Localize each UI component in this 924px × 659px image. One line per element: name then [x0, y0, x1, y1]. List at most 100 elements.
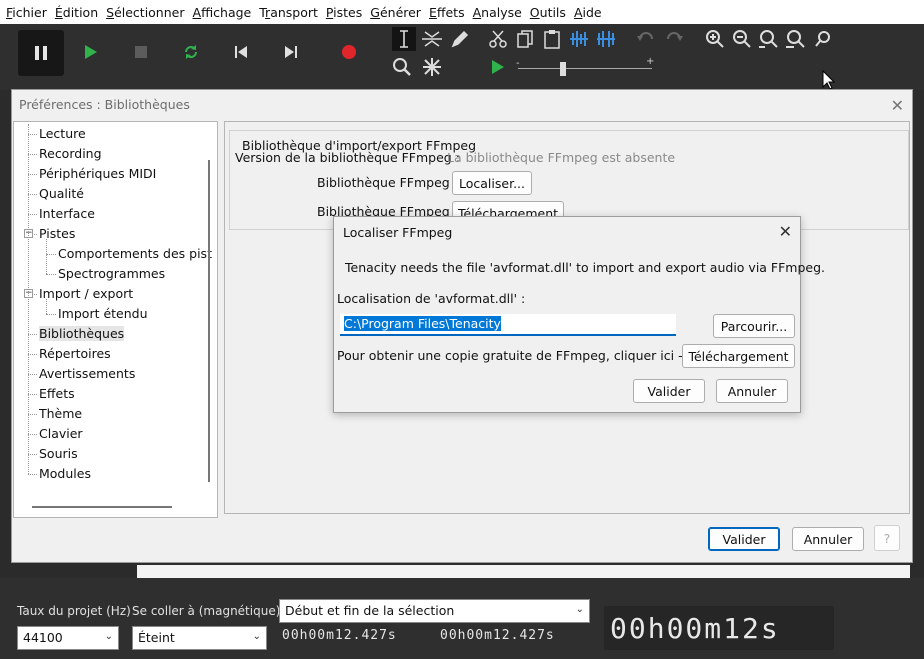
locate-ffmpeg-dialog: Localiser FFmpeg ✕ Tenacity needs the fi… — [333, 216, 825, 413]
project-rate-label: Taux du projet (Hz) — [17, 604, 131, 618]
menu-item-2[interactable]: Sélectionner — [102, 5, 188, 20]
paste-icon[interactable] — [540, 27, 564, 51]
close-icon[interactable]: ✕ — [891, 96, 904, 115]
version-label: Version de la bibliothèque FFmpeg : — [235, 150, 460, 165]
redo-icon[interactable] — [662, 27, 686, 51]
path-input-value: C:\Program Files\Tenacity — [344, 316, 501, 331]
tree-item[interactable]: Clavier — [39, 424, 83, 444]
chevron-down-icon: ⌄ — [252, 631, 261, 642]
pause-button[interactable] — [18, 30, 64, 76]
play-icon — [85, 45, 97, 59]
tree-item[interactable]: Souris — [39, 444, 78, 464]
cancel-button[interactable]: Annuler — [792, 527, 864, 551]
close-icon[interactable]: ✕ — [779, 222, 792, 241]
draw-tool-icon[interactable] — [448, 27, 472, 51]
zoom-in-icon[interactable] — [703, 27, 727, 51]
tree-item[interactable]: Thème — [39, 404, 82, 424]
tree-item[interactable]: Modules — [39, 464, 91, 484]
loop-button[interactable] — [180, 40, 202, 64]
zoom-fit-icon[interactable] — [784, 27, 808, 51]
tree-item[interactable]: Répertoires — [39, 344, 111, 364]
zoom-toggle-icon[interactable] — [812, 27, 836, 51]
tree-item[interactable]: Spectrogrammes — [58, 264, 165, 284]
playback-speed-slider[interactable]: - + — [516, 56, 656, 78]
tree-item[interactable]: Effets — [39, 384, 75, 404]
undo-icon[interactable] — [634, 27, 658, 51]
stop-button[interactable] — [130, 40, 152, 64]
skip-end-button[interactable] — [280, 40, 302, 64]
download-button[interactable]: Téléchargement — [682, 344, 795, 368]
zoom-out-icon[interactable] — [730, 27, 754, 51]
tree-item[interactable]: Avertissements — [39, 364, 135, 384]
menu-item-9[interactable]: Outils — [526, 5, 570, 20]
selection-end-time[interactable]: 00h00m12.427s — [440, 628, 555, 643]
ffmpeg-lib-label: Bibliothèque FFmpeg : — [317, 175, 458, 190]
ok-button[interactable]: Valider — [633, 379, 705, 403]
skip-start-icon — [235, 46, 247, 58]
ok-button[interactable]: Valider — [708, 527, 780, 551]
audio-position-time[interactable]: 00h00m12s — [604, 606, 834, 650]
location-label: Localisation de 'avformat.dll' : — [337, 291, 526, 306]
snap-label: Se coller à (magnétique) — [132, 604, 281, 618]
project-rate-select[interactable]: 44100 ⌄ — [17, 626, 119, 650]
snap-select[interactable]: Éteint ⌄ — [132, 626, 267, 650]
menu-item-4[interactable]: Transport — [255, 5, 322, 20]
zoom-tool-icon[interactable] — [390, 55, 414, 79]
multi-tool-icon[interactable] — [420, 55, 444, 79]
record-icon — [342, 45, 356, 59]
menu-item-5[interactable]: Pistes — [322, 5, 366, 20]
play-at-speed-button[interactable] — [486, 55, 510, 79]
trim-audio-icon[interactable] — [567, 27, 591, 51]
tree-item[interactable]: Comportements des pist — [58, 244, 212, 264]
chevron-down-icon: ⌄ — [104, 631, 113, 642]
envelope-tool-icon[interactable] — [420, 27, 444, 51]
dialog-title: Préférences : Bibliothèques — [19, 97, 190, 112]
preferences-tree: Lecture Recording Périphériques MIDI Qualit… — [13, 121, 218, 518]
browse-button[interactable]: Parcourir... — [713, 314, 795, 338]
skip-start-button[interactable] — [230, 40, 252, 64]
skip-end-icon — [285, 46, 297, 58]
project-rate-value: 44100 — [23, 630, 63, 645]
tree-item[interactable]: Recording — [39, 144, 102, 164]
record-button[interactable] — [338, 40, 360, 64]
tree-scrollbar-horizontal[interactable] — [32, 506, 172, 508]
tree-item[interactable]: Interface — [39, 204, 95, 224]
modal-title: Localiser FFmpeg — [343, 225, 453, 240]
menu-item-10[interactable]: Aide — [570, 5, 606, 20]
path-input[interactable]: C:\Program Files\Tenacity — [340, 314, 676, 336]
copy-icon[interactable] — [513, 27, 537, 51]
tree-item[interactable]: Import / export — [39, 284, 133, 304]
select-tool-icon[interactable] — [392, 27, 416, 51]
tree-item[interactable]: Lecture — [39, 124, 86, 144]
silence-audio-icon[interactable] — [594, 27, 618, 51]
chevron-down-icon: ⌄ — [575, 604, 584, 615]
menu-item-3[interactable]: Affichage — [189, 5, 256, 20]
menu-item-7[interactable]: Effets — [425, 5, 469, 20]
menubar: Fichier Édition Sélectionner Affichage Trans… — [0, 0, 924, 24]
cancel-button[interactable]: Annuler — [716, 379, 788, 403]
tree-item[interactable]: Périphériques MIDI — [39, 164, 156, 184]
main-toolbar: - + — [0, 24, 924, 90]
modal-message: Tenacity needs the file 'avformat.dll' t… — [345, 260, 826, 275]
tree-item[interactable]: Pistes — [39, 224, 75, 244]
play-button[interactable] — [80, 40, 102, 64]
locate-button[interactable]: Localiser... — [452, 171, 532, 195]
tree-list: Lecture Recording Périphériques MIDI Qualit… — [24, 124, 212, 500]
stop-icon — [135, 46, 147, 58]
menu-item-0[interactable]: Fichier — [2, 5, 51, 20]
cut-icon[interactable] — [486, 27, 510, 51]
selection-start-time[interactable]: 00h00m12.427s — [282, 628, 397, 643]
speed-slider-handle[interactable] — [560, 62, 566, 76]
version-value: La bibliothèque FFmpeg est absente — [447, 150, 676, 165]
selection-mode-select[interactable]: Début et fin de la sélection ⌄ — [279, 599, 590, 623]
tree-item[interactable]: Qualité — [39, 184, 84, 204]
tree-scrollbar-vertical[interactable] — [208, 160, 210, 482]
menu-item-6[interactable]: Générer — [366, 5, 425, 20]
zoom-selection-icon[interactable] — [757, 27, 781, 51]
help-button[interactable]: ? — [874, 525, 900, 551]
menu-item-1[interactable]: Édition — [51, 5, 102, 20]
menu-item-8[interactable]: Analyse — [469, 5, 526, 20]
play-at-speed-icon — [492, 60, 504, 74]
tree-item[interactable]: Import étendu — [58, 304, 148, 324]
tree-item[interactable]: Bibliothèques — [39, 324, 125, 344]
